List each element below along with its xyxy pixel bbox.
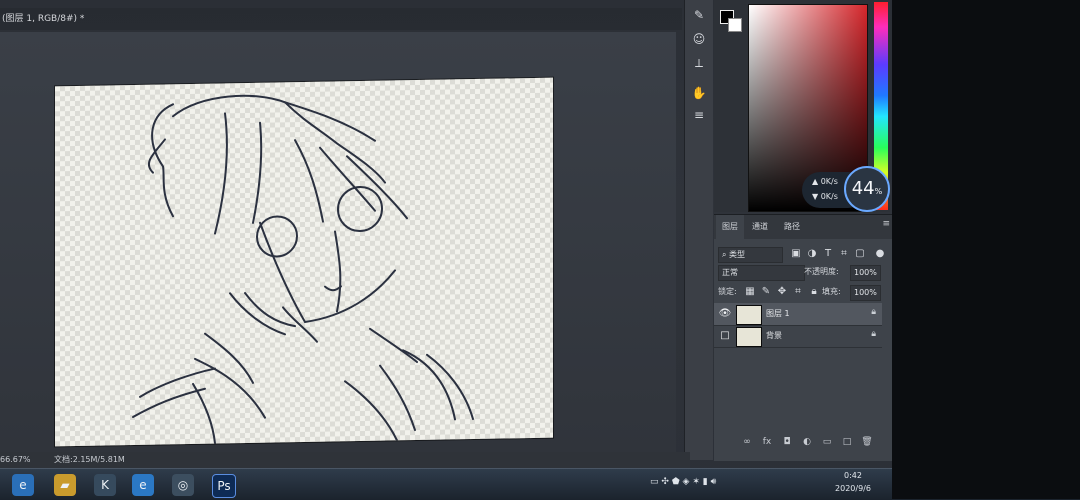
blend-mode-select[interactable]: 正常 [718,265,805,281]
filter-shape-icon[interactable]: ⌗ [838,248,850,260]
brush-tool-icon[interactable]: ✎ [689,6,709,24]
background-color[interactable] [728,18,742,32]
document-tab[interactable]: (图层 1, RGB/8#) * [0,8,682,30]
opacity-label: 不透明度: [804,267,839,276]
folder-icon[interactable]: ▰ [54,474,76,496]
panel-tabs: 图层 通道 路径 ≡ [714,215,894,239]
filter-pixel-icon[interactable]: ▣ [790,248,802,260]
lock-transparent-icon[interactable]: ▦ [744,286,756,298]
panel-menu-icon[interactable]: ≡ [882,219,890,229]
lock-artboard-icon[interactable]: ⌗ [792,286,804,298]
link-icon[interactable]: ∞ [740,437,754,447]
tool-strip: ✎ ☺ ⟂ ✋ ≡ [684,0,713,460]
download-arrow-icon: ▼ [812,192,819,201]
fg-bg-colors[interactable] [720,10,742,32]
document-size: 文档:2.15M/5.81M [54,455,125,464]
lock-label: 锁定: [718,287,737,296]
adjustment-icon[interactable]: ◐ [800,437,814,447]
bluetooth-tray-icon[interactable]: ✶ [692,477,700,487]
mask-icon[interactable]: ◘ [780,437,794,447]
fill-label: 填充: [822,287,841,296]
right-dark-bezel [892,0,1080,499]
fx-icon[interactable]: fx [760,437,774,447]
layer-filter[interactable]: ⌕ 类型 [718,247,783,263]
k-icon[interactable]: K [94,474,116,496]
filter-text-icon[interactable]: T [822,248,834,260]
tab-layers[interactable]: 图层 [716,215,744,239]
line-art-drawing [132,94,474,445]
layer-row[interactable]: 👁︎ 图层 1 🔒︎ [714,303,882,326]
lock-image-icon[interactable]: ✎ [760,286,772,298]
layer-name: 背景 [766,331,782,340]
people-icon[interactable]: ☺ [689,30,709,48]
filter-smart-icon[interactable]: ▢ [854,248,866,260]
layers-footer: ∞ fx ◘ ◐ ▭ □ 🗑︎ [714,437,894,453]
layer-thumbnail [736,305,762,325]
layer-thumbnail [736,327,762,347]
filter-toggle-icon[interactable]: ● [874,248,886,260]
download-speed: ▼ 0K/s [812,192,838,201]
status-bar: 66.67% 文档:2.15M/5.81M [0,452,690,468]
layer-lock-icon: 🔒︎ [871,307,876,317]
clock-time: 0:42 [844,471,862,480]
edge-icon[interactable]: e [132,474,154,496]
blend-row: 正常 不透明度: 100% [714,263,894,281]
layer-name: 图层 1 [766,309,790,318]
visibility-hidden-icon[interactable]: □ [718,329,732,343]
opacity-input[interactable]: 100% [850,265,881,281]
browser-icon[interactable]: ◎ [172,474,194,496]
ie-icon[interactable]: e [12,474,34,496]
volume-tray-icon[interactable]: 🔊︎ [711,477,717,487]
tray-icons: ▭ ✣ ⬟ ◈ ✶ ▮ 🔊︎ [650,477,716,487]
new-layer-icon[interactable]: □ [840,437,854,447]
document-tab-title: (图层 1, RGB/8#) * [2,14,85,24]
filter-adjustment-icon[interactable]: ◑ [806,248,818,260]
upload-arrow-icon: ▲ [812,177,819,186]
network-tray-icon[interactable]: ✣ [661,477,669,487]
tab-channels[interactable]: 通道 [752,215,768,239]
lock-all-icon[interactable]: 🔒︎ [808,286,820,298]
filter-row: ⌕ 类型 ▣ ◑ T ⌗ ▢ ● [714,245,894,263]
search-icon: ⌕ [722,250,727,259]
upload-speed: ▲ 0K/s [812,177,838,186]
zoom-level[interactable]: 66.67% [0,452,31,468]
shield-tray-icon[interactable]: ◈ [683,477,690,487]
clock-date: 2020/9/6 [835,484,871,493]
trash-icon[interactable]: 🗑︎ [860,437,874,447]
photoshop-icon[interactable]: Ps [212,474,236,498]
layers-panel: 图层 通道 路径 ≡ ⌕ 类型 ▣ ◑ T ⌗ ▢ ● 正常 不透明度: 100… [714,214,894,461]
lock-row: 锁定: ▦ ✎ ✥ ⌗ 🔒︎ 填充: 100% [714,283,894,301]
canvas[interactable] [55,77,553,447]
layer-lock-icon: 🔒︎ [871,329,876,339]
group-icon[interactable]: ▭ [820,437,834,447]
lock-position-icon[interactable]: ✥ [776,286,788,298]
percent-widget: 44% [844,166,890,212]
fill-input[interactable]: 100% [850,285,881,301]
folder-tray-icon[interactable]: ▭ [650,477,659,487]
sliders-icon[interactable]: ≡ [689,106,709,124]
hand-tool-icon[interactable]: ✋ [689,84,709,102]
layer-row[interactable]: □ 背景 🔒︎ [714,325,882,348]
signal-tray-icon[interactable]: ▮ [703,477,708,487]
visibility-eye-icon[interactable]: 👁︎ [718,307,732,321]
security-tray-icon[interactable]: ⬟ [672,477,680,487]
tab-paths[interactable]: 路径 [784,215,800,239]
path-icon[interactable]: ⟂ [689,54,709,72]
clock[interactable]: 0:42 2020/9/6 [830,469,876,497]
canvas-area [0,32,676,452]
photoshop-screen: (图层 1, RGB/8#) * ✎ ☺ ⟂ ✋ ≡ ▲ 0K/s ▼ 0K/s… [0,0,1080,500]
